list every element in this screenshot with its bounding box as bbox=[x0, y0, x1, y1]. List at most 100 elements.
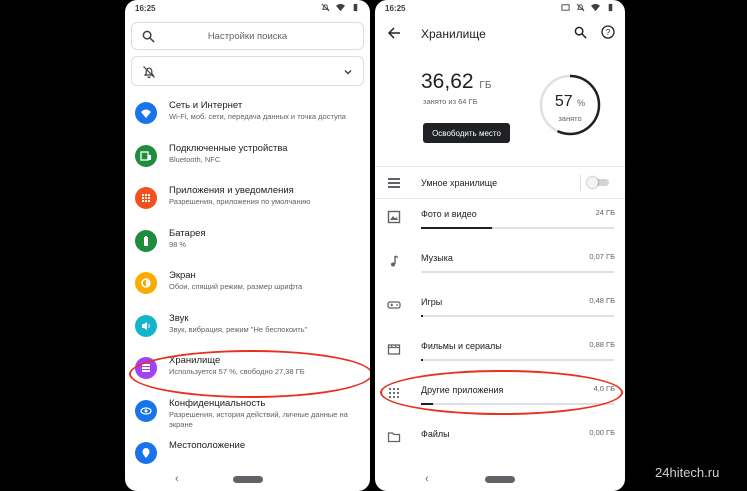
settings-item-title: Подключенные устройства bbox=[169, 142, 288, 154]
dnd-status-icon bbox=[576, 3, 585, 12]
free-up-space-button[interactable]: Освободить место bbox=[423, 123, 510, 143]
music-icon bbox=[391, 255, 399, 267]
wifi-icon bbox=[135, 102, 157, 124]
privacy-icon bbox=[135, 399, 157, 422]
category-size: 24 ГБ bbox=[595, 208, 615, 217]
category-label: Фото и видео bbox=[421, 209, 477, 219]
settings-item-subtitle: Звук, вибрация, режим "Не беспокоить" bbox=[169, 324, 308, 334]
highlight-ellipse-other-apps bbox=[380, 370, 623, 415]
chevron-down-icon[interactable] bbox=[343, 67, 353, 77]
divider bbox=[375, 166, 625, 167]
used-value: 36,62 bbox=[421, 70, 474, 93]
nav-bar: ‹ bbox=[125, 467, 370, 491]
display-icon bbox=[135, 272, 157, 294]
battery-icon bbox=[135, 229, 157, 252]
nav-back-icon[interactable]: ‹ bbox=[175, 473, 179, 485]
category-size: 0,07 ГБ bbox=[589, 252, 615, 261]
percent-label: занято bbox=[558, 114, 582, 123]
percent-unit: % bbox=[577, 98, 586, 108]
apps-icon bbox=[135, 187, 157, 209]
category-label: Игры bbox=[421, 297, 443, 307]
smart-storage-label: Умное хранилище bbox=[421, 178, 498, 188]
category-usage-bar bbox=[421, 227, 614, 229]
settings-item-subtitle: Разрешения, история действий, личные дан… bbox=[169, 409, 348, 429]
nav-home-pill[interactable] bbox=[485, 476, 515, 483]
usage-percent: 57 % bbox=[538, 93, 602, 111]
settings-item-title: Местоположение bbox=[169, 440, 246, 451]
page-title: Хранилище bbox=[421, 27, 486, 41]
settings-item-title: Батарея bbox=[169, 227, 206, 239]
storage-category-folder[interactable]: Файлы 0,00 ГБ bbox=[375, 420, 625, 464]
storage-category-music[interactable]: Музыка 0,07 ГБ bbox=[375, 244, 625, 288]
status-bar: 16:25 bbox=[375, 0, 625, 17]
smart-storage-toggle[interactable] bbox=[587, 177, 609, 188]
search-icon bbox=[142, 30, 155, 43]
svg-text:?: ? bbox=[606, 28, 611, 37]
settings-item-display[interactable]: Экран Обои, спящий режим, размер шрифта bbox=[125, 266, 370, 309]
notifications-off-icon bbox=[143, 66, 155, 79]
help-icon[interactable]: ? bbox=[601, 25, 615, 39]
smart-storage-icon bbox=[388, 178, 400, 188]
settings-item-title: Приложения и уведомления bbox=[169, 185, 294, 196]
storage-category-photo[interactable]: Фото и видео 24 ГБ bbox=[375, 200, 625, 244]
category-usage-bar bbox=[421, 315, 614, 317]
vertical-divider bbox=[580, 175, 581, 191]
search-placeholder: Настройки поиска bbox=[207, 30, 288, 42]
used-subtitle: занято из 64 ГБ bbox=[423, 97, 478, 106]
settings-item-title: Сеть и Интернет bbox=[169, 100, 243, 111]
devices-icon bbox=[135, 144, 157, 167]
location-icon bbox=[135, 442, 157, 464]
settings-item-subtitle: Bluetooth, NFC bbox=[169, 154, 221, 164]
dnd-suggestion-card[interactable] bbox=[131, 56, 364, 86]
settings-item-privacy[interactable]: Конфиденциальность Разрешения, история де… bbox=[125, 394, 370, 437]
storage-category-games[interactable]: Игры 0,48 ГБ bbox=[375, 288, 625, 332]
category-usage-bar bbox=[421, 271, 614, 273]
smart-storage-row[interactable]: Умное хранилище bbox=[375, 168, 625, 198]
category-label: Музыка bbox=[421, 253, 453, 263]
photo-icon bbox=[387, 210, 401, 224]
settings-item-subtitle: 98 % bbox=[169, 239, 187, 249]
category-size: 0,48 ГБ bbox=[589, 296, 615, 305]
category-size: 0,88 ГБ bbox=[589, 340, 615, 349]
category-size: 0,00 ГБ bbox=[589, 428, 615, 437]
back-arrow-icon[interactable] bbox=[387, 26, 401, 40]
movies-icon bbox=[387, 344, 401, 355]
nav-back-icon[interactable]: ‹ bbox=[425, 473, 429, 485]
dnd-status-icon bbox=[321, 3, 330, 12]
category-usage-bar bbox=[421, 359, 614, 361]
nav-bar: ‹ bbox=[375, 467, 625, 491]
settings-item-devices[interactable]: Подключенные устройства Bluetooth, NFC bbox=[125, 139, 370, 182]
wifi-status-icon bbox=[591, 3, 600, 12]
games-icon bbox=[387, 301, 401, 309]
battery-status-icon bbox=[353, 3, 358, 12]
folder-icon bbox=[387, 432, 401, 443]
battery-status-icon bbox=[608, 3, 613, 12]
storage-categories: Фото и видео 24 ГБ Музыка 0,07 ГБ Игры 0,48 Г… bbox=[375, 200, 625, 464]
percent-value: 57 bbox=[554, 93, 573, 110]
status-time: 16:25 bbox=[135, 4, 156, 13]
settings-screen: 16:25 Настройки поиска Сеть и Интернет Wi… bbox=[125, 0, 370, 491]
settings-list: Сеть и Интернет Wi-Fi, моб. сети, передач… bbox=[125, 96, 370, 479]
settings-item-subtitle: Обои, спящий режим, размер шрифта bbox=[169, 282, 303, 291]
category-label: Файлы bbox=[421, 429, 450, 439]
image-status-icon bbox=[561, 4, 570, 11]
settings-item-sound[interactable]: Звук Звук, вибрация, режим "Не беспокоить… bbox=[125, 309, 370, 352]
used-unit: ГБ bbox=[479, 80, 492, 91]
search-icon[interactable] bbox=[574, 26, 587, 39]
divider bbox=[375, 198, 625, 199]
settings-item-battery[interactable]: Батарея 98 % bbox=[125, 224, 370, 267]
settings-item-wifi[interactable]: Сеть и Интернет Wi-Fi, моб. сети, передач… bbox=[125, 96, 370, 139]
settings-item-subtitle: Разрешения, приложения по умолчанию bbox=[169, 197, 311, 206]
nav-home-pill[interactable] bbox=[232, 476, 263, 483]
settings-item-title: Конфиденциальность bbox=[169, 397, 266, 409]
wifi-status-icon bbox=[336, 3, 345, 12]
settings-item-title: Звук bbox=[169, 312, 189, 324]
highlight-ellipse-storage bbox=[129, 350, 370, 398]
settings-search-bar[interactable]: Настройки поиска bbox=[131, 22, 364, 50]
category-label: Фильмы и сериалы bbox=[421, 341, 502, 351]
settings-item-title: Экран bbox=[169, 270, 196, 281]
storage-screen: 16:25 Хранилище ? 36,62 ГБ занято из 64 … bbox=[375, 0, 625, 491]
settings-item-apps[interactable]: Приложения и уведомления Разрешения, прил… bbox=[125, 181, 370, 224]
status-bar: 16:25 bbox=[125, 0, 370, 17]
watermark: 24hitech.ru bbox=[655, 465, 720, 480]
